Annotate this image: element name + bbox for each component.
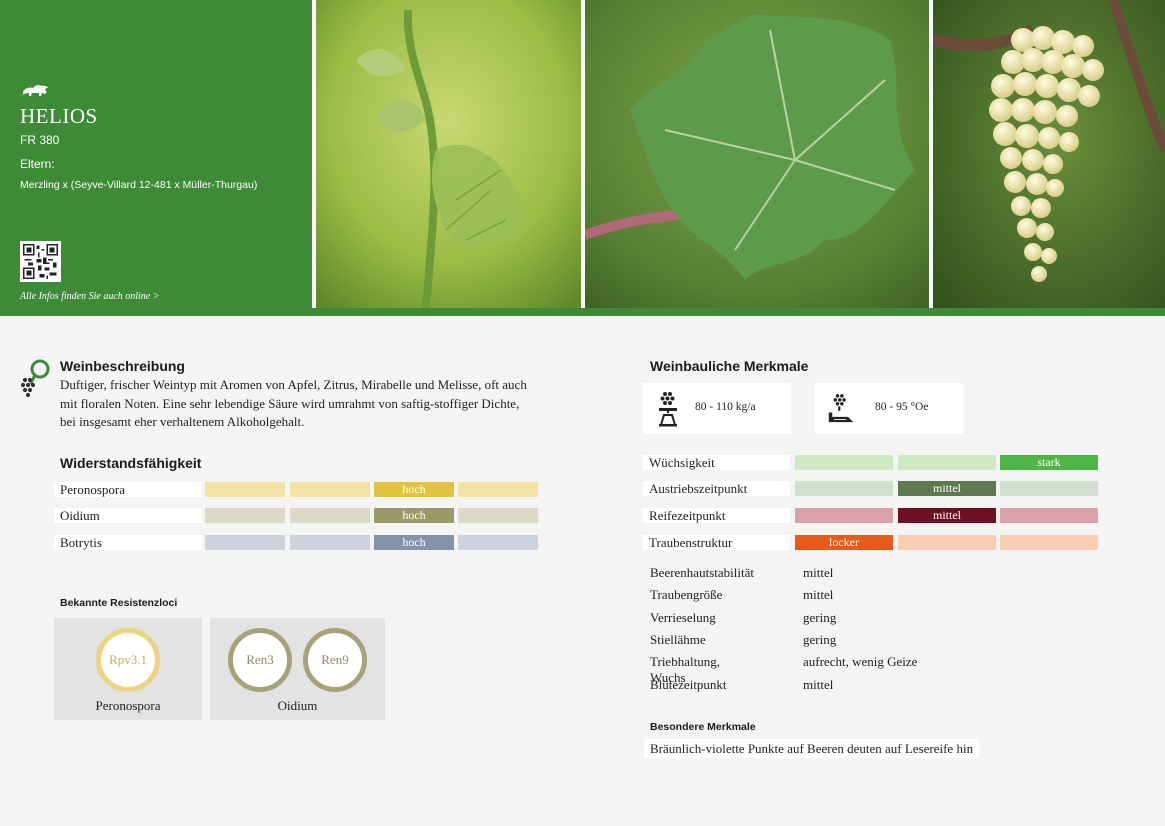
rating-cell bbox=[1000, 481, 1098, 496]
rating-cell bbox=[205, 482, 285, 497]
rating-cell bbox=[458, 535, 538, 550]
loci-group: Rpv3.1 Peronospora bbox=[54, 618, 202, 720]
resistance-row: Oidium hoch bbox=[54, 508, 544, 523]
rating-cell bbox=[795, 455, 893, 470]
rating-cell: hoch bbox=[374, 508, 454, 523]
yield-value: 80 - 110 kg/a bbox=[695, 401, 756, 413]
property-label: Traubengröße bbox=[650, 587, 723, 603]
rating-cell bbox=[898, 535, 996, 550]
viticulture-row-label: Wüchsigkeit bbox=[643, 455, 790, 470]
property-value: aufrecht, wenig Geize bbox=[803, 654, 918, 670]
property-label: Stiellähme bbox=[650, 631, 706, 647]
must-weight-box: 80 - 95 °Oe bbox=[815, 383, 963, 434]
photo-vine-shoot bbox=[316, 0, 581, 308]
viticulture-row: Reifezeitpunkt mittel bbox=[643, 508, 1103, 523]
grape-scale-icon bbox=[659, 392, 677, 427]
viticulture-row: Austriebszeitpunkt mittel bbox=[643, 481, 1103, 496]
property-value: gering bbox=[803, 631, 837, 647]
rating-cell bbox=[898, 455, 996, 470]
locus-badge: Ren9 bbox=[303, 628, 367, 692]
viticulture-row-label: Reifezeitpunkt bbox=[643, 508, 790, 523]
yield-box: 80 - 110 kg/a bbox=[643, 383, 791, 434]
parents-value: Merzling x (Seyve-Villard 12-481 x Mülle… bbox=[20, 179, 258, 191]
must-weight-value: 80 - 95 °Oe bbox=[875, 401, 929, 413]
rating-cell bbox=[795, 481, 893, 496]
magnifier-grape-icon bbox=[20, 359, 50, 398]
resistance-row: Peronospora hoch bbox=[54, 482, 544, 497]
viticulture-row-label: Austriebszeitpunkt bbox=[643, 481, 790, 496]
rating-cell bbox=[290, 482, 370, 497]
loci-group: Ren3 Ren9 Oidium bbox=[210, 618, 385, 720]
property-value: mittel bbox=[803, 565, 834, 580]
online-info-link[interactable]: Alle Infos finden Sie auch online > bbox=[20, 291, 160, 302]
property-label: Verrieselung bbox=[650, 609, 716, 625]
property-label: Blütezeitpunkt bbox=[650, 676, 727, 692]
resistance-row: Botrytis hoch bbox=[54, 535, 544, 550]
variety-name: HELIOS bbox=[20, 104, 98, 128]
rating-cell bbox=[1000, 508, 1098, 523]
loci-group-label: Peronospora bbox=[95, 698, 161, 713]
viticulture-row-label: Traubenstruktur bbox=[643, 535, 790, 550]
property-value: mittel bbox=[803, 676, 834, 692]
header: HELIOS FR 380 Eltern: Merzling x (Seyve-… bbox=[0, 0, 1165, 316]
wine-description-text: Duftiger, frischer Weintyp mit Aromen vo… bbox=[60, 377, 527, 429]
resistance-row-label: Oidium bbox=[54, 508, 202, 523]
rating-cell bbox=[458, 508, 538, 523]
rating-cell bbox=[290, 535, 370, 550]
rating-cell bbox=[205, 508, 285, 523]
variety-info-panel: HELIOS FR 380 Eltern: Merzling x (Seyve-… bbox=[0, 0, 312, 308]
rating-cell: hoch bbox=[374, 535, 454, 550]
rating-cell: hoch bbox=[374, 482, 454, 497]
parents-label: Eltern: bbox=[20, 157, 55, 171]
resistance-heading: Widerstandsfähigkeit bbox=[60, 455, 202, 471]
photo-vine-leaf bbox=[585, 0, 929, 308]
resistance-row-label: Peronospora bbox=[54, 482, 202, 497]
wine-description-heading: Weinbeschreibung bbox=[60, 358, 185, 374]
resistance-row-label: Botrytis bbox=[54, 535, 202, 550]
viticulture-heading: Weinbauliche Merkmale bbox=[650, 358, 809, 374]
special-heading: Besondere Merkmale bbox=[650, 721, 756, 733]
photo-grape-cluster bbox=[933, 0, 1165, 308]
variety-code: FR 380 bbox=[20, 133, 60, 147]
rating-cell: mittel bbox=[898, 481, 996, 496]
rating-cell: mittel bbox=[898, 508, 996, 523]
rating-cell bbox=[290, 508, 370, 523]
viticulture-row: Traubenstruktur locker bbox=[643, 535, 1103, 550]
rating-cell bbox=[205, 535, 285, 550]
lion-logo-icon bbox=[22, 84, 48, 96]
loci-group-label: Oidium bbox=[277, 698, 318, 713]
viticulture-row: Wüchsigkeit stark bbox=[643, 455, 1103, 470]
resistance-loci-heading: Bekannte Resistenzloci bbox=[60, 597, 178, 609]
locus-badge: Ren3 bbox=[228, 628, 292, 692]
property-value: gering bbox=[803, 609, 837, 625]
locus-badge: Rpv3.1 bbox=[96, 628, 160, 692]
property-value: mittel bbox=[803, 587, 834, 603]
grape-refractometer-icon bbox=[828, 394, 854, 423]
special-text: Bräunlich-violette Punkte auf Beeren deu… bbox=[644, 739, 980, 758]
rating-cell bbox=[1000, 535, 1098, 550]
rating-cell bbox=[795, 508, 893, 523]
header-divider bbox=[0, 308, 1165, 316]
property-label: Beerenhautstabilität bbox=[650, 565, 754, 580]
rating-cell: stark bbox=[1000, 455, 1098, 470]
rating-cell bbox=[458, 482, 538, 497]
qr-code-icon[interactable] bbox=[20, 241, 61, 282]
rating-cell: locker bbox=[795, 535, 893, 550]
